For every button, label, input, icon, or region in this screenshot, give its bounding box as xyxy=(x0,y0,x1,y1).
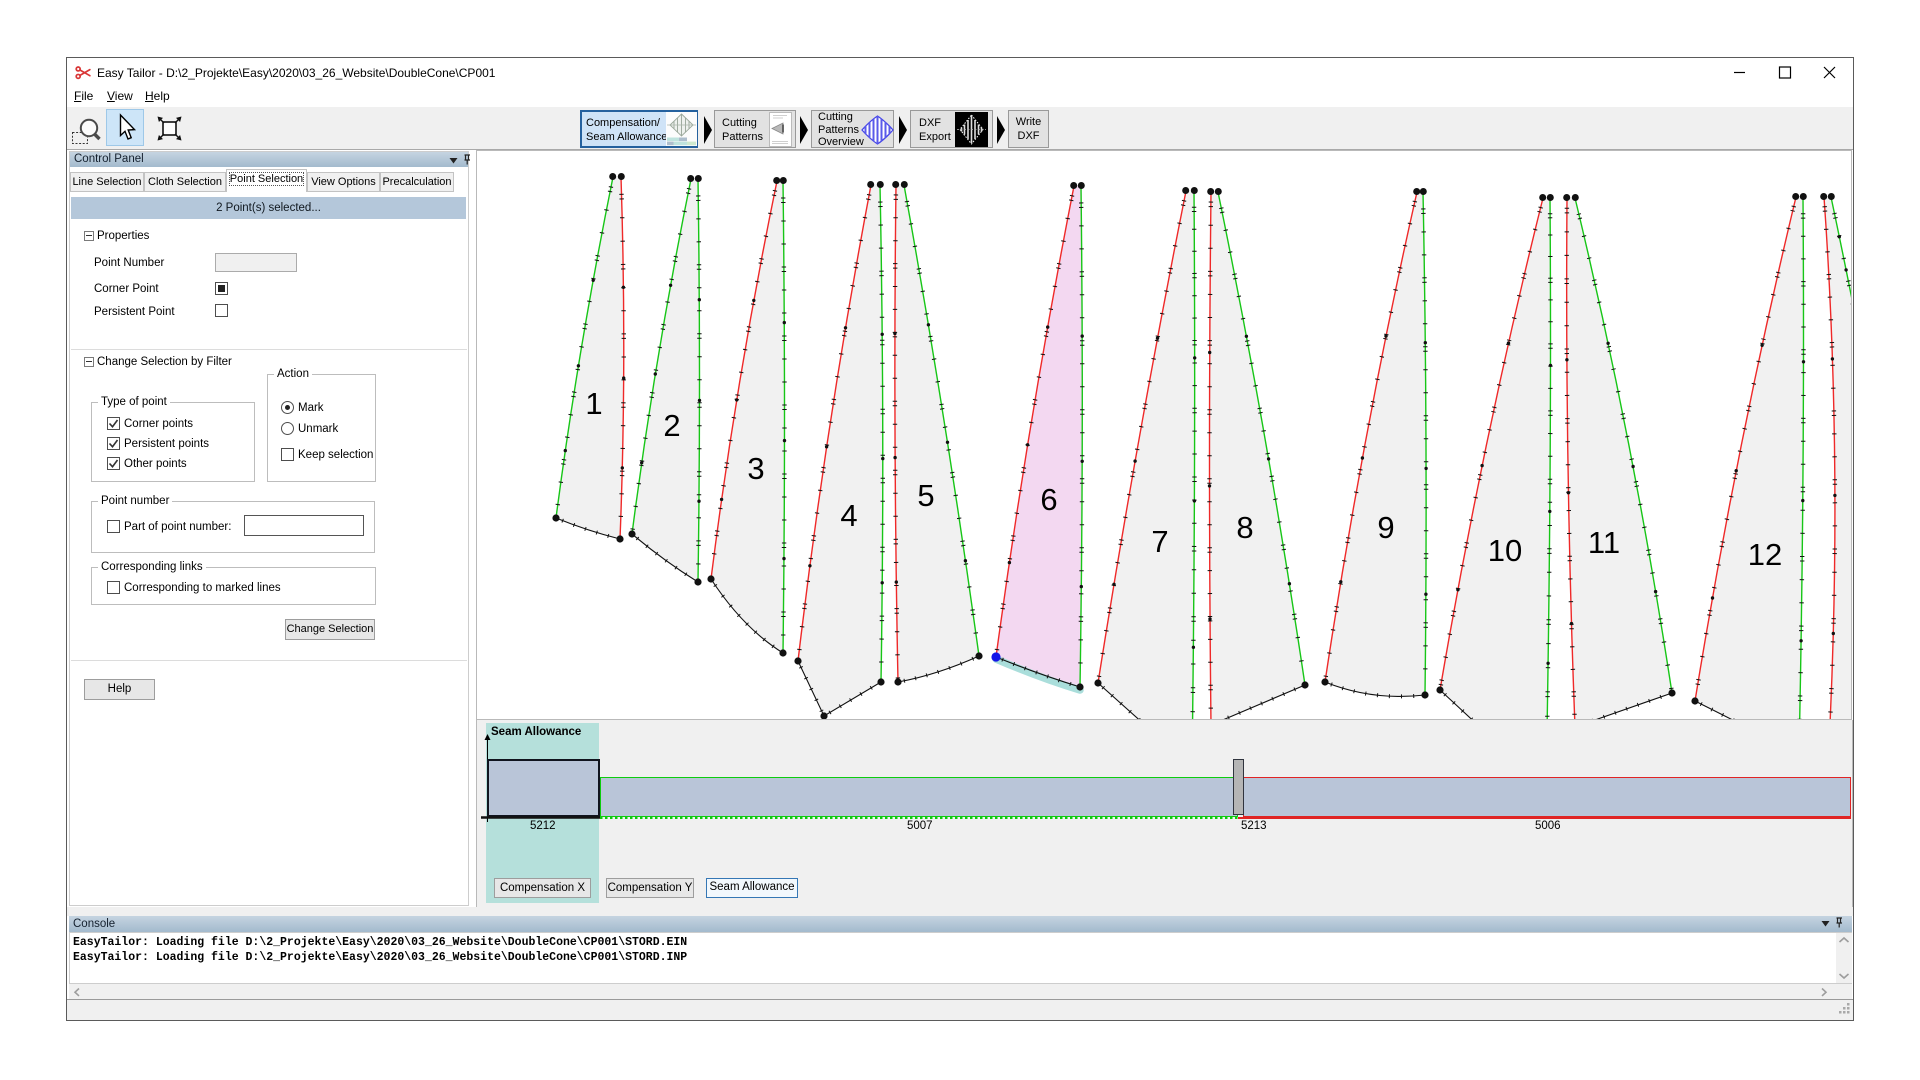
svg-text:9: 9 xyxy=(1377,510,1394,545)
svg-text:1: 1 xyxy=(585,386,602,421)
svg-text:5: 5 xyxy=(917,478,934,513)
svg-text:6: 6 xyxy=(1040,482,1057,517)
svg-text:4: 4 xyxy=(840,498,857,533)
svg-text:2: 2 xyxy=(663,408,680,443)
svg-text:11: 11 xyxy=(1588,525,1620,560)
svg-text:7: 7 xyxy=(1151,524,1168,559)
svg-text:10: 10 xyxy=(1488,533,1522,568)
svg-text:8: 8 xyxy=(1236,510,1253,545)
svg-text:3: 3 xyxy=(747,451,764,486)
svg-text:12: 12 xyxy=(1748,537,1782,572)
